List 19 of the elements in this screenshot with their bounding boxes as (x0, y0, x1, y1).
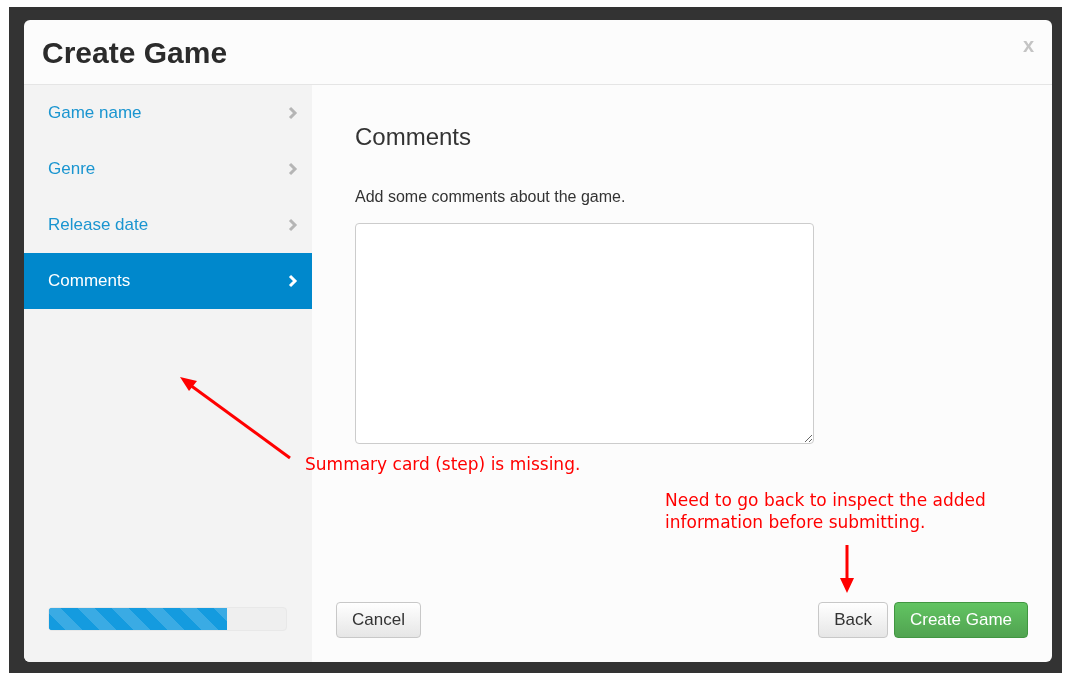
chevron-icon (288, 218, 298, 232)
step-item[interactable]: Game name (24, 85, 312, 141)
annotation-text: Need to go back to inspect the added information before submitting. (665, 489, 987, 533)
annotation-arrow (839, 544, 855, 594)
annotation-text: Summary card (step) is missing. (305, 453, 581, 476)
chevron-icon (288, 274, 298, 288)
section-heading: Comments (355, 122, 473, 152)
field-label: Add some comments about the game. (355, 187, 627, 207)
dialog-title: Create Game (42, 34, 228, 71)
chevron-icon (288, 106, 298, 120)
close-button[interactable]: x (1022, 30, 1034, 60)
comments-field[interactable] (355, 223, 814, 444)
create-game-button[interactable]: Create Game (893, 602, 1028, 638)
chevron-icon (288, 162, 298, 176)
step-item[interactable]: Comments (24, 253, 312, 309)
cancel-button[interactable]: Cancel (336, 602, 421, 638)
back-button[interactable]: Back (818, 602, 888, 638)
step-item[interactable]: Release date (24, 197, 312, 253)
step-item[interactable]: Genre (24, 141, 312, 197)
